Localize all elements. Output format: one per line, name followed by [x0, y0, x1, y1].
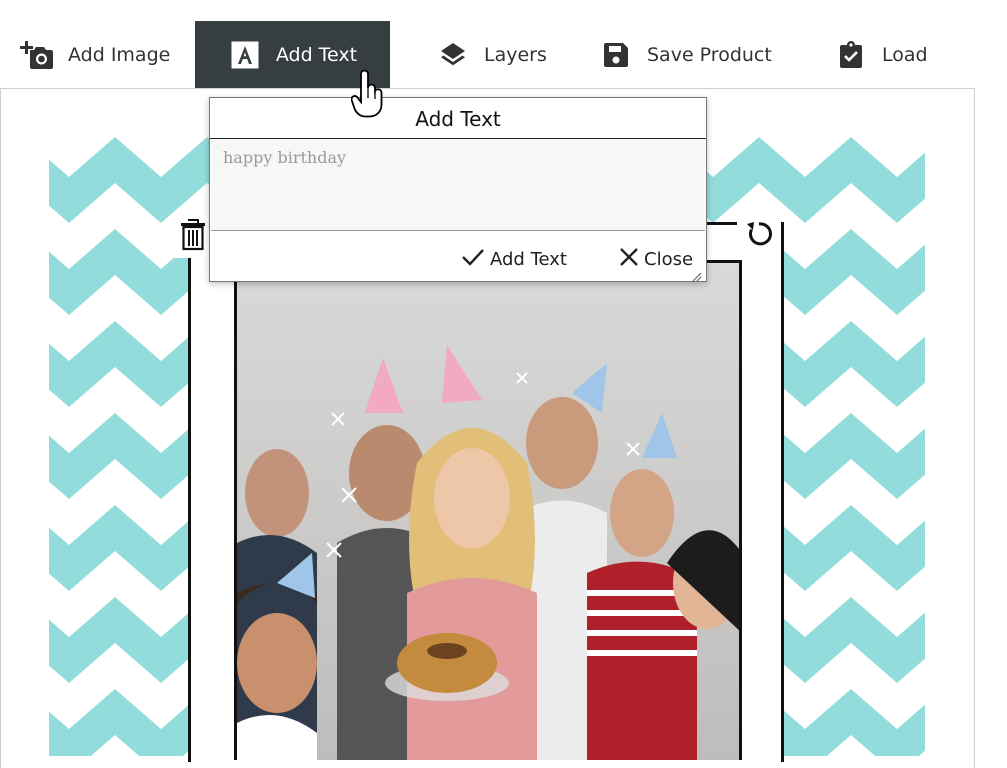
resize-handle-icon[interactable]: [692, 267, 702, 282]
floppy-disk-icon: [599, 38, 633, 72]
confirm-add-text-label: Add Text: [490, 249, 567, 270]
dialog-title: Add Text: [210, 98, 706, 139]
load-label: Load: [882, 43, 928, 66]
text-input[interactable]: [211, 139, 705, 231]
clipboard-check-icon: [834, 38, 868, 72]
close-dialog-button[interactable]: Close: [618, 246, 693, 273]
rotate-layer-button[interactable]: [737, 214, 781, 258]
add-text-label: Add Text: [275, 43, 358, 66]
add-image-label: Add Image: [68, 43, 171, 66]
load-button[interactable]: Load: [834, 21, 928, 88]
save-product-label: Save Product: [647, 43, 772, 66]
layers-icon: [436, 38, 470, 72]
trash-icon: [179, 217, 207, 255]
add-photo-icon: [20, 38, 54, 72]
text-box-icon: [228, 38, 262, 72]
party-photo[interactable]: [234, 260, 742, 760]
hand-pointer-cursor-icon: [350, 69, 385, 120]
confirm-add-text-button[interactable]: Add Text: [460, 246, 567, 273]
layers-button[interactable]: Layers: [436, 21, 547, 88]
layers-label: Layers: [484, 43, 547, 66]
save-product-button[interactable]: Save Product: [599, 21, 772, 88]
close-dialog-label: Close: [644, 249, 694, 270]
add-text-dialog: Add Text Add Text Close: [209, 97, 707, 282]
rotate-icon: [744, 219, 774, 253]
add-image-button[interactable]: Add Image: [20, 21, 170, 88]
close-icon: [618, 246, 640, 273]
toolbar: Add Image Add Text Layers Save Product L…: [0, 0, 1007, 88]
checkmark-icon: [460, 246, 486, 273]
